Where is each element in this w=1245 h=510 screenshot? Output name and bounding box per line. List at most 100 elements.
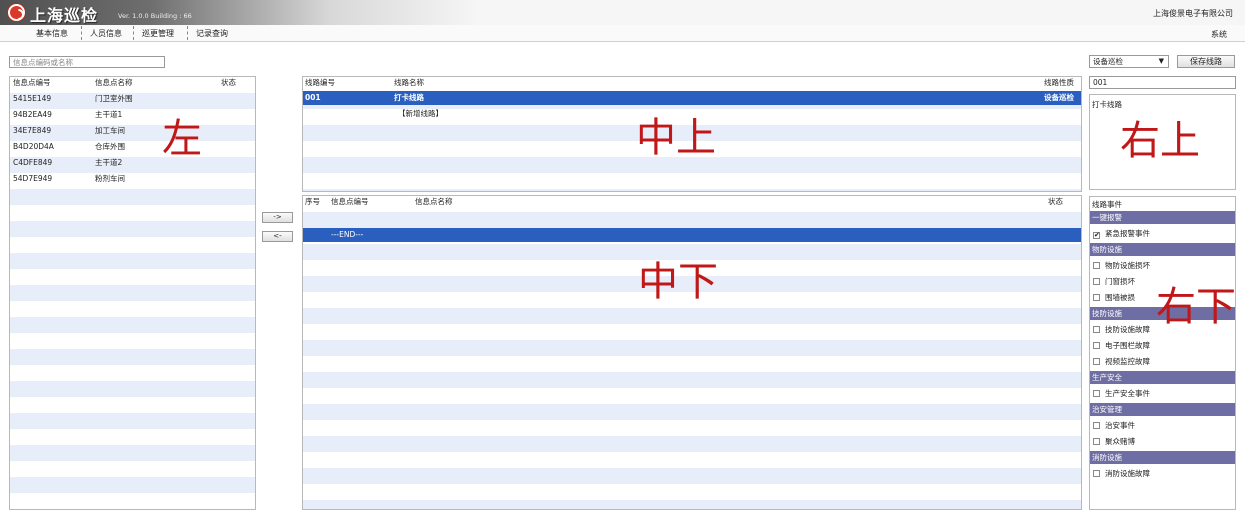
- info-point-code: B4D20D4A: [13, 142, 54, 151]
- info-point-name: 加工车间: [95, 126, 125, 135]
- info-point-code: C4DFE849: [13, 158, 53, 167]
- info-point-code: 54D7E949: [13, 174, 53, 183]
- event-group-header: 物防设施: [1090, 243, 1235, 256]
- end-marker: ---END---: [331, 230, 364, 239]
- menu-record-query[interactable]: 记录查询: [192, 27, 232, 40]
- event-label: 物防设施损坏: [1105, 261, 1150, 270]
- column-header-point-name[interactable]: 信息点名称: [415, 196, 453, 207]
- event-label: 技防设施故障: [1105, 325, 1150, 334]
- route-events-title: 线路事件: [1092, 200, 1122, 209]
- column-header-point-code[interactable]: 信息点编号: [331, 196, 369, 207]
- event-checkbox-row[interactable]: 生产安全事件: [1093, 387, 1150, 400]
- event-checkbox-row[interactable]: 门窗损坏: [1093, 275, 1135, 288]
- event-label: 电子围栏故障: [1105, 341, 1150, 350]
- event-checkbox[interactable]: [1093, 278, 1100, 285]
- route-code: 001: [305, 93, 321, 102]
- info-point-row[interactable]: 34E7E849 加工车间: [10, 123, 255, 139]
- remove-point-button[interactable]: <-: [262, 231, 293, 242]
- event-label: 门窗损坏: [1105, 277, 1135, 286]
- info-point-code: 94B2EA49: [13, 110, 52, 119]
- event-checkbox-row[interactable]: 物防设施损坏: [1093, 259, 1150, 272]
- info-point-name: 门卫室外围: [95, 94, 133, 103]
- route-type: 设备巡检: [1044, 93, 1074, 102]
- route-events-panel: 线路事件 一键报警 ✔ 紧急报警事件 物防设施 物防设施损坏 门窗损坏 围墙被损 技防设施 技防…: [1089, 196, 1236, 510]
- event-label: 治安事件: [1105, 421, 1135, 430]
- event-checkbox[interactable]: [1093, 342, 1100, 349]
- menu-separator: [133, 26, 134, 40]
- event-checkbox[interactable]: [1093, 390, 1100, 397]
- region-label-middle-top: 中上: [636, 115, 716, 161]
- event-label: 紧急报警事件: [1105, 229, 1150, 238]
- column-header-route-code[interactable]: 线路编号: [305, 77, 335, 88]
- info-point-name: 仓库外围: [95, 142, 125, 151]
- route-name-value: 打卡线路: [1092, 100, 1122, 109]
- menu-patrol-management[interactable]: 巡更管理: [138, 27, 178, 40]
- info-point-row[interactable]: 5415E149 门卫室外围: [10, 91, 255, 107]
- route-row-selected[interactable]: 001 打卡线路 设备巡检: [303, 91, 1081, 105]
- event-checkbox-row[interactable]: ✔ 紧急报警事件: [1093, 227, 1150, 240]
- menu-bar: 基本信息 人员信息 巡更管理 记录查询 系统: [0, 25, 1245, 42]
- region-label-right-bottom: 右下: [1156, 284, 1236, 330]
- add-point-button[interactable]: ->: [262, 212, 293, 223]
- save-route-button[interactable]: 保存线路: [1177, 55, 1235, 68]
- info-point-name: 粉剂车间: [95, 174, 125, 183]
- chevron-down-icon: ▼: [1158, 57, 1164, 65]
- region-label-middle-bottom: 中下: [638, 259, 718, 305]
- new-route-link[interactable]: 【新增线路】: [398, 107, 443, 121]
- event-checkbox[interactable]: [1093, 470, 1100, 477]
- event-checkbox-row[interactable]: 技防设施故障: [1093, 323, 1150, 336]
- event-checkbox[interactable]: [1093, 326, 1100, 333]
- info-point-name: 主干道2: [95, 158, 123, 167]
- event-label: 聚众赌博: [1105, 437, 1135, 446]
- event-checkbox-row[interactable]: 消防设施故障: [1093, 467, 1150, 480]
- event-checkbox-row[interactable]: 围墙被损: [1093, 291, 1135, 304]
- menu-separator: [81, 26, 82, 40]
- info-point-row[interactable]: C4DFE849 主干道2: [10, 155, 255, 171]
- app-version: Ver. 1.0.0 Building : 66: [118, 12, 192, 20]
- column-header-point-code[interactable]: 信息点编号: [13, 77, 51, 88]
- event-checkbox[interactable]: [1093, 438, 1100, 445]
- menu-basic-info[interactable]: 基本信息: [32, 27, 72, 40]
- menu-personnel-info[interactable]: 人员信息: [86, 27, 126, 40]
- menu-separator: [187, 26, 188, 40]
- company-name: 上海俊景电子有限公司: [1153, 9, 1233, 18]
- menu-system[interactable]: 系统: [1211, 29, 1227, 40]
- event-group-header: 消防设施: [1090, 451, 1235, 464]
- point-search-input[interactable]: 信息点编码或名称: [9, 56, 165, 68]
- event-group-header: 生产安全: [1090, 371, 1235, 384]
- end-row[interactable]: ---END---: [303, 228, 1081, 242]
- event-checkbox[interactable]: [1093, 262, 1100, 269]
- event-checkbox[interactable]: [1093, 294, 1100, 301]
- event-group-header: 治安管理: [1090, 403, 1235, 416]
- info-point-row[interactable]: 94B2EA49 主干道1: [10, 107, 255, 123]
- column-header-sequence[interactable]: 序号: [305, 196, 320, 207]
- info-point-code: 34E7E849: [13, 126, 52, 135]
- route-code-input[interactable]: 001: [1089, 76, 1236, 89]
- column-header-route-type[interactable]: 线路性质: [1044, 77, 1074, 88]
- info-point-code: 5415E149: [13, 94, 52, 103]
- route-name-box[interactable]: 打卡线路 右上: [1089, 94, 1236, 190]
- info-point-row[interactable]: B4D20D4A 仓库外围: [10, 139, 255, 155]
- column-header-status[interactable]: 状态: [1048, 196, 1063, 207]
- route-list: 线路编号 线路名称 线路性质 001 打卡线路 设备巡检 【新增线路】 中上: [302, 76, 1082, 192]
- event-checkbox[interactable]: [1093, 358, 1100, 365]
- column-header-route-name[interactable]: 线路名称: [394, 77, 424, 88]
- event-group-header: 一键报警: [1090, 211, 1235, 224]
- event-checkbox-row[interactable]: 治安事件: [1093, 419, 1135, 432]
- route-type-select[interactable]: 设备巡检 ▼: [1089, 55, 1169, 68]
- event-checkbox-row[interactable]: 电子围栏故障: [1093, 339, 1150, 352]
- event-checkbox[interactable]: ✔: [1093, 232, 1100, 239]
- column-header-point-name[interactable]: 信息点名称: [95, 77, 133, 88]
- event-checkbox-row[interactable]: 视频监控故障: [1093, 355, 1150, 368]
- event-label: 围墙被损: [1105, 293, 1135, 302]
- event-checkbox[interactable]: [1093, 422, 1100, 429]
- region-label-right-top: 右上: [1120, 118, 1200, 164]
- event-label: 生产安全事件: [1105, 389, 1150, 398]
- route-points-list: 序号 信息点编号 信息点名称 状态 ---END--- 中下: [302, 195, 1082, 510]
- info-point-name: 主干道1: [95, 110, 123, 119]
- event-checkbox-row[interactable]: 聚众赌博: [1093, 435, 1135, 448]
- route-type-select-value: 设备巡检: [1093, 57, 1123, 66]
- column-header-status[interactable]: 状态: [221, 77, 236, 88]
- info-point-row[interactable]: 54D7E949 粉剂车间: [10, 171, 255, 187]
- route-name: 打卡线路: [394, 93, 424, 102]
